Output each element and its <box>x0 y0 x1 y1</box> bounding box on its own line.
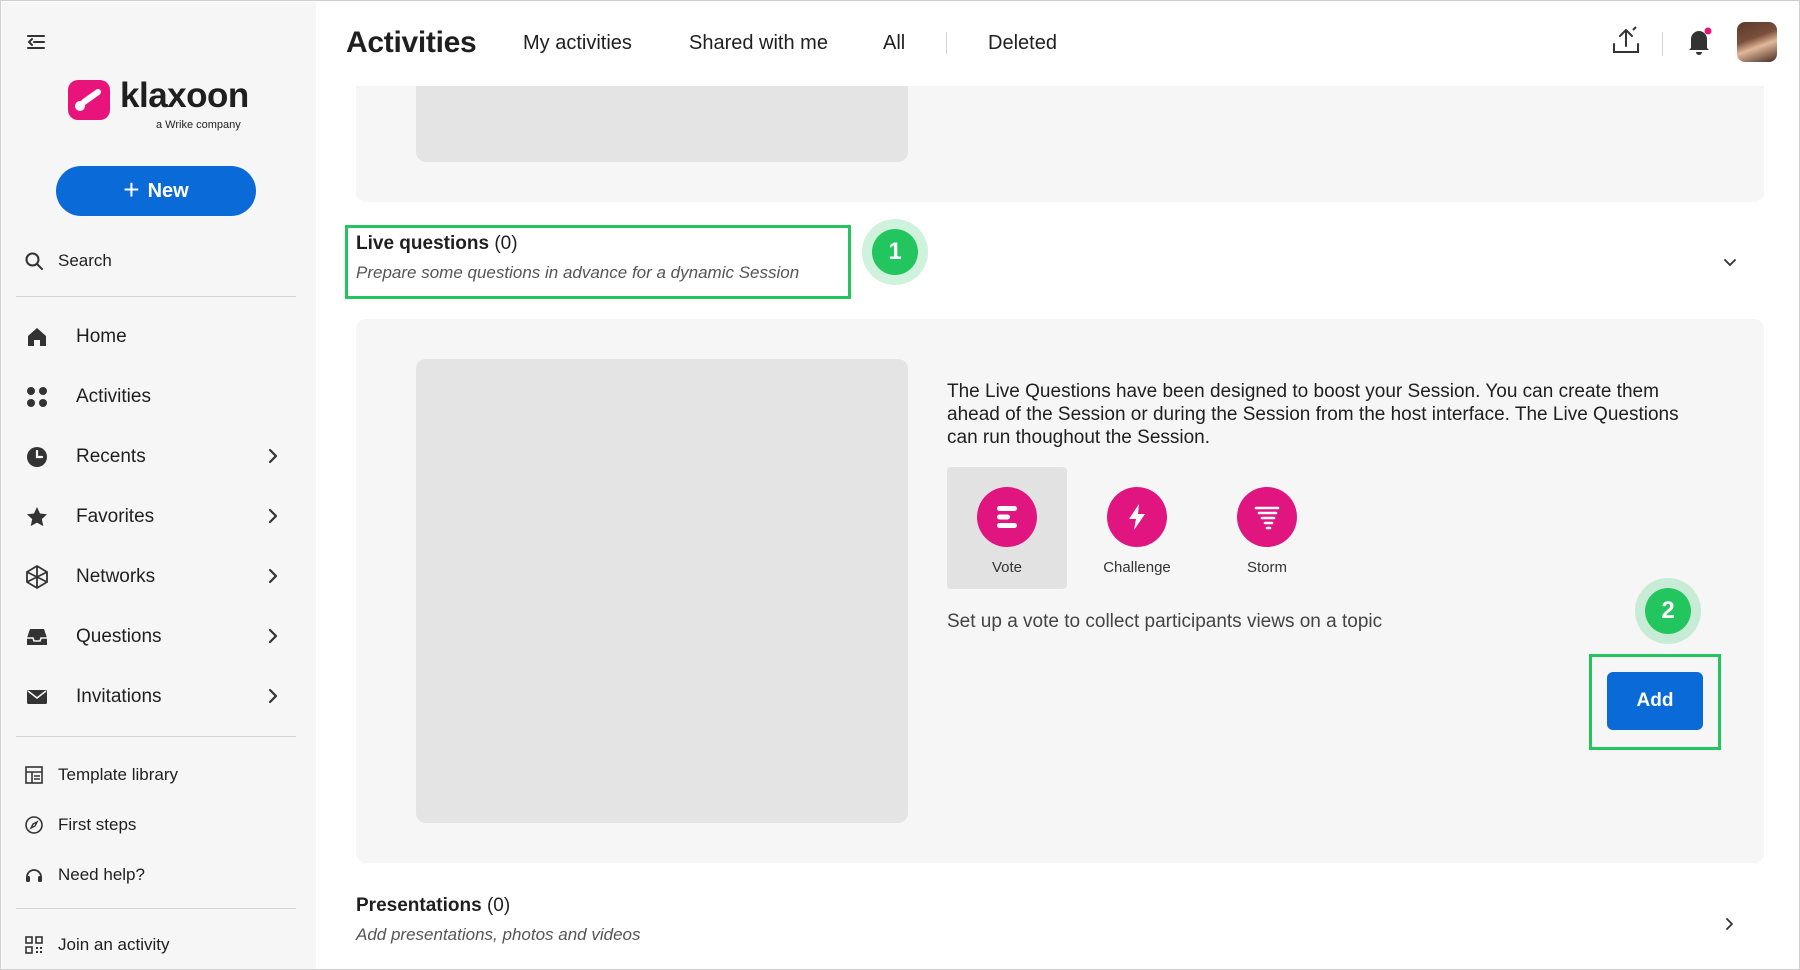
template-library-link[interactable]: Template library <box>2 750 316 800</box>
page-title: Activities <box>346 26 477 59</box>
sidebar-item-recents[interactable]: Recents <box>2 427 316 487</box>
sidebar-divider <box>16 908 296 909</box>
tab-separator <box>946 32 947 54</box>
highlight-box-step-1 <box>345 225 851 299</box>
sidebar: klaxoon a Wrike company + New Search Hom… <box>2 2 316 969</box>
topbar: Activities My activities Shared with me … <box>316 2 1799 86</box>
first-steps-link[interactable]: First steps <box>2 800 316 850</box>
inbox-icon <box>24 624 50 650</box>
chevron-right-icon[interactable] <box>262 625 284 647</box>
sidebar-item-label: Recents <box>76 446 146 467</box>
live-questions-description: The Live Questions have been designed to… <box>947 381 1679 448</box>
tornado-icon <box>1237 487 1297 547</box>
klaxoon-logo-mark-icon <box>68 80 110 120</box>
step-number: 2 <box>1645 588 1691 634</box>
image-placeholder <box>416 86 908 162</box>
new-button-label: New <box>147 179 189 202</box>
step-number: 1 <box>872 229 918 275</box>
compass-icon <box>25 816 43 834</box>
sidebar-divider <box>16 736 296 737</box>
tool-label: Need help? <box>58 865 145 884</box>
sidebar-item-label: Favorites <box>76 506 155 527</box>
tool-label: Template library <box>58 765 178 784</box>
sidebar-item-label: Activities <box>76 386 151 407</box>
home-icon <box>24 324 50 350</box>
presentations-header[interactable]: Presentations (0) Add presentations, pho… <box>356 895 640 945</box>
add-button[interactable]: Add <box>1607 672 1703 730</box>
tab-my-activities[interactable]: My activities <box>523 32 632 55</box>
collapse-sidebar-icon[interactable] <box>24 30 48 54</box>
sidebar-tools: Template library First steps Need help? <box>2 750 316 900</box>
main-content: Live questions (0) Prepare some question… <box>316 86 1799 969</box>
tool-label: First steps <box>58 815 137 834</box>
step-marker-1: 1 <box>862 219 928 285</box>
search-button[interactable]: Search <box>24 248 112 274</box>
template-icon <box>25 766 43 784</box>
sidebar-item-questions[interactable]: Questions <box>2 607 316 667</box>
plus-icon: + <box>123 173 140 205</box>
help-icon <box>26 869 42 882</box>
chevron-right-icon[interactable] <box>1719 913 1741 935</box>
join-activity-label: Join an activity <box>58 935 170 954</box>
envelope-icon <box>24 684 50 710</box>
notification-bell-icon[interactable] <box>1682 24 1716 58</box>
tab-shared-with-me[interactable]: Shared with me <box>689 32 828 55</box>
presentations-title-row: Presentations (0) <box>356 895 640 917</box>
chevron-right-icon[interactable] <box>262 445 284 467</box>
app-window: klaxoon a Wrike company + New Search Hom… <box>0 0 1800 970</box>
question-type-label: Challenge <box>1103 559 1171 576</box>
topbar-separator <box>1662 32 1663 56</box>
klaxoon-logo[interactable]: klaxoon a Wrike company <box>68 76 268 132</box>
question-type-vote[interactable]: Vote <box>947 467 1067 589</box>
sidebar-item-label: Home <box>76 326 127 347</box>
chevron-right-icon[interactable] <box>262 685 284 707</box>
sidebar-item-activities[interactable]: Activities <box>2 367 316 427</box>
question-type-challenge[interactable]: Challenge <box>1077 467 1197 589</box>
logo-subtitle: a Wrike company <box>156 119 241 131</box>
tab-deleted[interactable]: Deleted <box>988 32 1057 55</box>
presentations-count: (0) <box>486 895 511 916</box>
need-help-link[interactable]: Need help? <box>2 850 316 900</box>
sidebar-item-label: Questions <box>76 626 162 647</box>
clock-icon <box>24 444 50 470</box>
lightning-icon <box>1107 487 1167 547</box>
chevron-right-icon[interactable] <box>262 565 284 587</box>
presentations-subtitle: Add presentations, photos and videos <box>356 925 641 944</box>
question-type-storm[interactable]: Storm <box>1207 467 1327 589</box>
network-icon <box>24 564 50 590</box>
sidebar-divider <box>16 296 296 297</box>
question-type-label: Storm <box>1246 559 1287 576</box>
sidebar-item-favorites[interactable]: Favorites <box>2 487 316 547</box>
sidebar-item-invitations[interactable]: Invitations <box>2 667 316 727</box>
activities-icon <box>24 384 50 410</box>
step-marker-2: 2 <box>1635 578 1701 644</box>
vote-icon <box>977 487 1037 547</box>
tab-all[interactable]: All <box>883 32 905 55</box>
sidebar-nav: Home Activities Recents Favorites Networ… <box>2 307 316 727</box>
star-icon <box>24 504 50 530</box>
export-icon[interactable] <box>1609 24 1643 58</box>
question-type-label: Vote <box>991 559 1023 576</box>
search-icon <box>25 252 43 270</box>
chevron-right-icon[interactable] <box>262 505 284 527</box>
previous-section-card <box>356 86 1764 202</box>
sidebar-item-label: Networks <box>76 566 156 587</box>
presentations-title: Presentations <box>356 895 482 916</box>
sidebar-item-label: Invitations <box>76 686 162 707</box>
illustration-placeholder <box>416 359 908 823</box>
search-label: Search <box>58 251 112 270</box>
logo-wordmark: klaxoon <box>120 76 249 115</box>
new-button[interactable]: + New <box>56 166 256 216</box>
chevron-down-icon[interactable] <box>1719 251 1741 273</box>
join-activity-link[interactable]: Join an activity <box>2 920 316 969</box>
sidebar-item-home[interactable]: Home <box>2 307 316 367</box>
sidebar-item-networks[interactable]: Networks <box>2 547 316 607</box>
question-type-helper-text: Set up a vote to collect participants vi… <box>947 611 1383 632</box>
qr-code-icon <box>25 936 43 954</box>
avatar[interactable] <box>1737 22 1777 62</box>
